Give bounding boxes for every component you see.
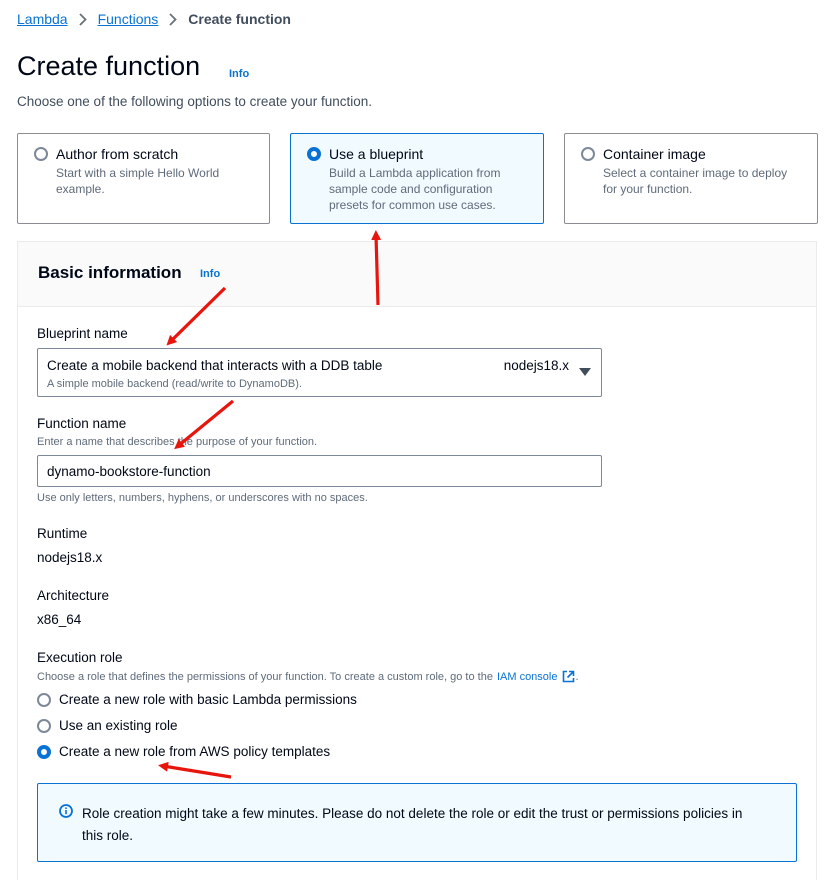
option-container-image[interactable]: Container image Select a container image… bbox=[564, 133, 818, 224]
chevron-right-icon bbox=[78, 12, 87, 26]
option-title: Container image bbox=[603, 146, 706, 162]
function-name-input[interactable] bbox=[37, 455, 602, 487]
radio-button[interactable] bbox=[37, 718, 51, 733]
blueprint-name-label: Blueprint name bbox=[37, 326, 128, 341]
runtime-value: nodejs18.x bbox=[37, 550, 103, 565]
function-name-constraint: Use only letters, numbers, hyphens, or u… bbox=[37, 492, 368, 504]
info-circle-icon bbox=[59, 804, 73, 823]
architecture-label: Architecture bbox=[37, 588, 110, 603]
radio-button[interactable] bbox=[37, 692, 51, 707]
radio-use-blueprint[interactable] bbox=[307, 147, 321, 161]
function-name-label: Function name bbox=[37, 416, 127, 431]
role-option-policy-templates[interactable]: Create a new role from AWS policy templa… bbox=[37, 744, 330, 759]
external-link-icon[interactable] bbox=[562, 670, 575, 683]
runtime-label: Runtime bbox=[37, 526, 88, 541]
panel-title: Basic information bbox=[38, 263, 182, 282]
breadcrumb-current: Create function bbox=[188, 11, 291, 27]
architecture-value: x86_64 bbox=[37, 612, 82, 627]
blueprint-selected-description: A simple mobile backend (read/write to D… bbox=[47, 378, 302, 390]
option-description: Build a Lambda application from sample c… bbox=[329, 166, 501, 212]
info-alert: Role creation might take a few minutes. … bbox=[37, 783, 797, 862]
caret-down-icon bbox=[579, 368, 591, 376]
option-description: Start with a simple Hello World example. bbox=[56, 166, 220, 196]
iam-console-link[interactable]: IAM console bbox=[497, 671, 558, 683]
page-info-link[interactable]: Info bbox=[229, 68, 249, 80]
page-title: Create function bbox=[17, 51, 201, 81]
panel-header: Basic information Info bbox=[18, 242, 816, 307]
execution-role-label: Execution role bbox=[37, 650, 123, 665]
blueprint-selected-value: Create a mobile backend that interacts w… bbox=[47, 358, 383, 373]
page-description: Choose one of the following options to c… bbox=[17, 94, 372, 109]
role-option-existing-role[interactable]: Use an existing role bbox=[37, 718, 178, 733]
role-option-basic-permissions[interactable]: Create a new role with basic Lambda perm… bbox=[37, 692, 357, 707]
function-name-hint: Enter a name that describes the purpose … bbox=[37, 436, 318, 448]
blueprint-runtime-tag: nodejs18.x bbox=[503, 358, 569, 373]
breadcrumb: Lambda Functions Create function bbox=[17, 11, 291, 27]
execution-role-hint: Choose a role that defines the permissio… bbox=[37, 670, 579, 683]
radio-author-from-scratch[interactable] bbox=[34, 147, 48, 161]
panel-info-link[interactable]: Info bbox=[200, 268, 220, 280]
radio-button[interactable] bbox=[37, 744, 51, 759]
breadcrumb-functions[interactable]: Functions bbox=[98, 11, 159, 27]
blueprint-select[interactable]: Create a mobile backend that interacts w… bbox=[37, 348, 602, 397]
radio-container-image[interactable] bbox=[581, 147, 595, 161]
alert-message: Role creation might take a few minutes. … bbox=[82, 806, 743, 843]
option-title: Use a blueprint bbox=[329, 146, 424, 162]
option-use-blueprint[interactable]: Use a blueprint Build a Lambda applicati… bbox=[290, 133, 544, 224]
chevron-right-icon bbox=[169, 12, 178, 26]
option-title: Author from scratch bbox=[56, 146, 179, 162]
option-author-from-scratch[interactable]: Author from scratch Start with a simple … bbox=[17, 133, 270, 224]
breadcrumb-lambda[interactable]: Lambda bbox=[17, 11, 68, 27]
option-description: Select a container image to deploy for y… bbox=[603, 166, 788, 196]
